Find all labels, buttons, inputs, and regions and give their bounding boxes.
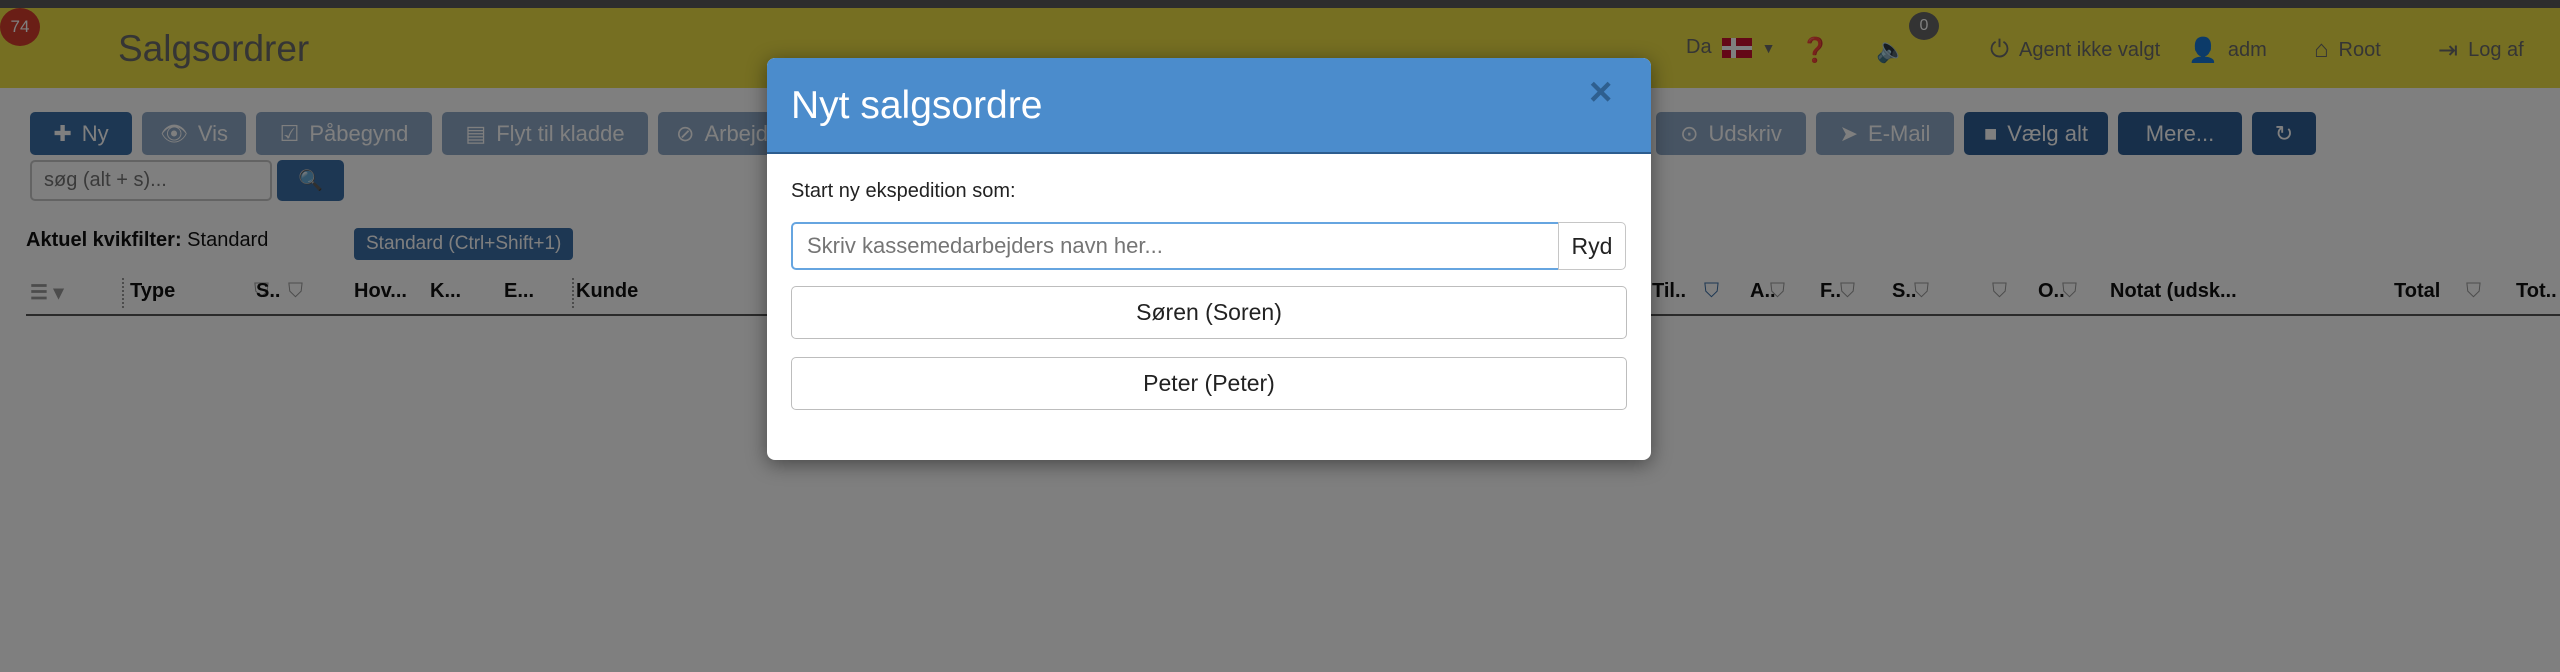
clear-button[interactable]: Ryd [1558,222,1626,270]
staff-button-peter[interactable]: Peter (Peter) [791,357,1627,410]
dialog-header: Nyt salgsordre × [767,58,1651,154]
new-sales-order-dialog: Nyt salgsordre × Start ny ekspedition so… [767,58,1651,460]
dialog-label: Start ny ekspedition som: [791,180,1016,202]
staff-button-soren[interactable]: Søren (Soren) [791,286,1627,339]
close-icon[interactable]: × [1589,70,1612,115]
cashier-name-input[interactable] [791,222,1575,270]
dialog-title: Nyt salgsordre [791,84,1043,127]
